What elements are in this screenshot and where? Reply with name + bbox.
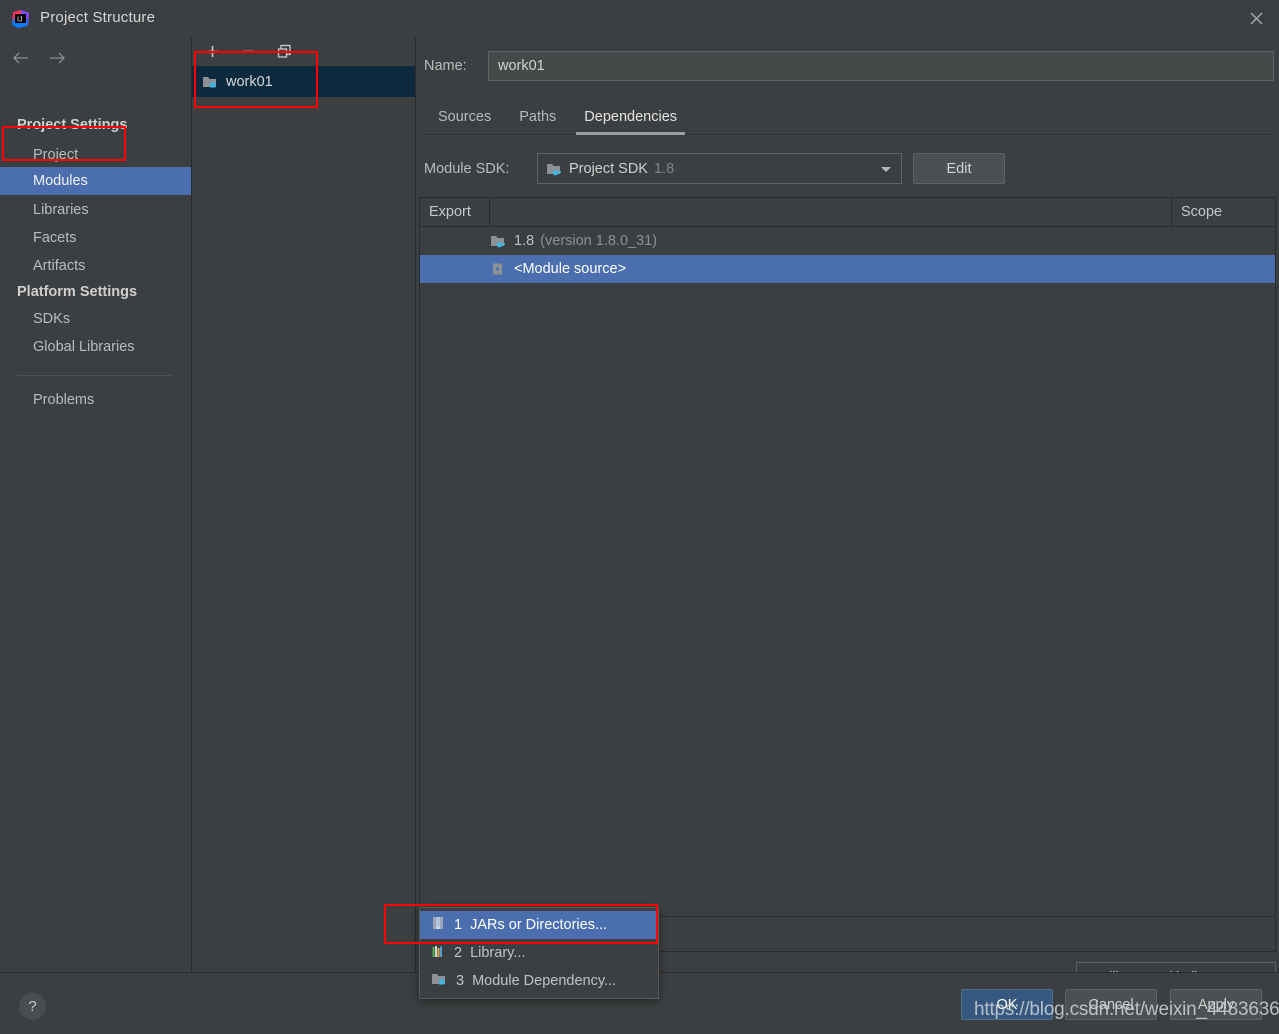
sidebar-item-label: Project [33,147,79,163]
title-bar: IJ Project Structure [0,0,1279,37]
module-name-label: work01 [226,73,273,90]
tab-label: Paths [519,109,557,125]
cancel-button[interactable]: Cancel [1065,989,1157,1020]
name-label: Name: [424,58,467,74]
column-header-scope[interactable]: Scope [1172,198,1275,226]
chevron-down-icon [880,161,892,177]
edit-sdk-button[interactable]: Edit [913,153,1005,184]
tab-label: Sources [438,109,492,125]
minus-icon[interactable] [238,41,258,61]
module-source-icon [490,262,506,276]
window-title: Project Structure [40,9,156,26]
sidebar-item-label: Libraries [33,202,89,218]
sidebar-item-problems[interactable]: Problems [0,386,191,414]
dependency-name: <Module source> [514,261,627,277]
apply-button[interactable]: Apply [1170,989,1262,1020]
arrow-left-icon[interactable] [10,48,30,68]
module-editor: Name: Sources Paths Dependencies Module … [416,37,1279,993]
module-sdk-row: Module SDK: Project SDK 1.8 Edit [424,153,1274,184]
module-sdk-label: Module SDK: [424,160,510,177]
module-sdk-value: Project SDK [569,160,648,177]
dependencies-table-header: Export Scope [420,198,1275,227]
module-sdk-combo[interactable]: Project SDK 1.8 [537,153,902,184]
menu-item-label: Library... [470,945,526,961]
add-dependency-popup-menu: 1 JARs or Directories... 2 Library... 3 … [419,907,659,999]
sdk-folder-icon [546,162,562,176]
sidebar-item-modules[interactable]: Modules [0,167,191,195]
menu-item-library[interactable]: 2 Library... [420,939,658,967]
module-folder-icon [202,75,218,89]
sdk-folder-icon [490,234,506,248]
sidebar-item-sdks[interactable]: SDKs [0,305,191,333]
menu-item-label: Module Dependency... [472,973,617,989]
sidebar-item-label: Artifacts [33,258,86,274]
jar-icon [431,916,445,934]
arrow-right-icon[interactable] [47,48,67,68]
dependencies-table: Export Scope 1.8 (version 1.8.0_31) <Mod… [419,197,1276,917]
sidebar-group-project-settings: Project Settings [17,117,128,133]
menu-item-number: 2 [454,945,463,961]
modules-panel: work01 [192,37,416,972]
sidebar-item-label: Facets [33,230,77,246]
sidebar-item-facets[interactable]: Facets [0,224,191,252]
module-sdk-version: 1.8 [653,160,675,177]
plus-icon[interactable] [202,41,222,61]
sidebar-nav [10,48,67,68]
modules-toolbar [192,37,415,65]
module-tabs: Sources Paths Dependencies [424,100,1274,135]
sidebar-item-global-libraries[interactable]: Global Libraries [0,333,191,361]
tab-sources[interactable]: Sources [424,105,505,134]
dependency-name: 1.8 [514,233,535,249]
module-name-input[interactable] [488,51,1274,81]
sidebar-item-label: Modules [33,173,88,189]
module-list-item-work01[interactable]: work01 [192,66,415,97]
menu-item-jars-or-directories[interactable]: 1 JARs or Directories... [420,911,658,939]
dependency-detail: (version 1.8.0_31) [540,233,658,249]
table-row[interactable]: <Module source> [420,255,1275,283]
help-icon[interactable]: ? [19,993,46,1020]
sidebar-item-artifacts[interactable]: Artifacts [0,252,191,280]
library-icon [431,944,445,962]
tab-label: Dependencies [584,109,678,125]
sidebar-item-label: Problems [33,392,95,408]
menu-item-label: JARs or Directories... [470,917,608,933]
sidebar-item-label: SDKs [33,311,71,327]
sidebar-group-platform-settings: Platform Settings [17,284,138,300]
svg-text:IJ: IJ [17,17,22,24]
intellij-idea-logo-icon: IJ [11,9,31,29]
settings-sidebar: Project Settings Project Modules Librari… [0,37,192,972]
ok-button[interactable]: OK [961,989,1053,1020]
sidebar-divider [17,375,172,376]
menu-item-module-dependency[interactable]: 3 Module Dependency... [420,967,658,995]
sidebar-item-libraries[interactable]: Libraries [0,196,191,224]
modules-list: work01 [192,66,415,972]
sidebar-item-project[interactable]: Project [0,141,191,169]
module-name-row: Name: [424,50,1274,82]
tab-paths[interactable]: Paths [505,105,570,134]
sidebar-item-label: Global Libraries [33,339,135,355]
column-header-name[interactable] [490,198,1172,226]
menu-item-number: 3 [456,973,465,989]
help-label: ? [28,998,37,1015]
close-icon[interactable] [1233,0,1279,36]
menu-item-number: 1 [454,917,463,933]
column-header-export[interactable]: Export [420,198,490,226]
copy-icon[interactable] [274,41,294,61]
project-structure-dialog: IJ Project Structure Project Settings Pr… [0,0,1279,1034]
module-folder-icon [431,972,447,990]
tab-dependencies[interactable]: Dependencies [570,105,691,135]
table-row[interactable]: 1.8 (version 1.8.0_31) [420,227,1275,255]
